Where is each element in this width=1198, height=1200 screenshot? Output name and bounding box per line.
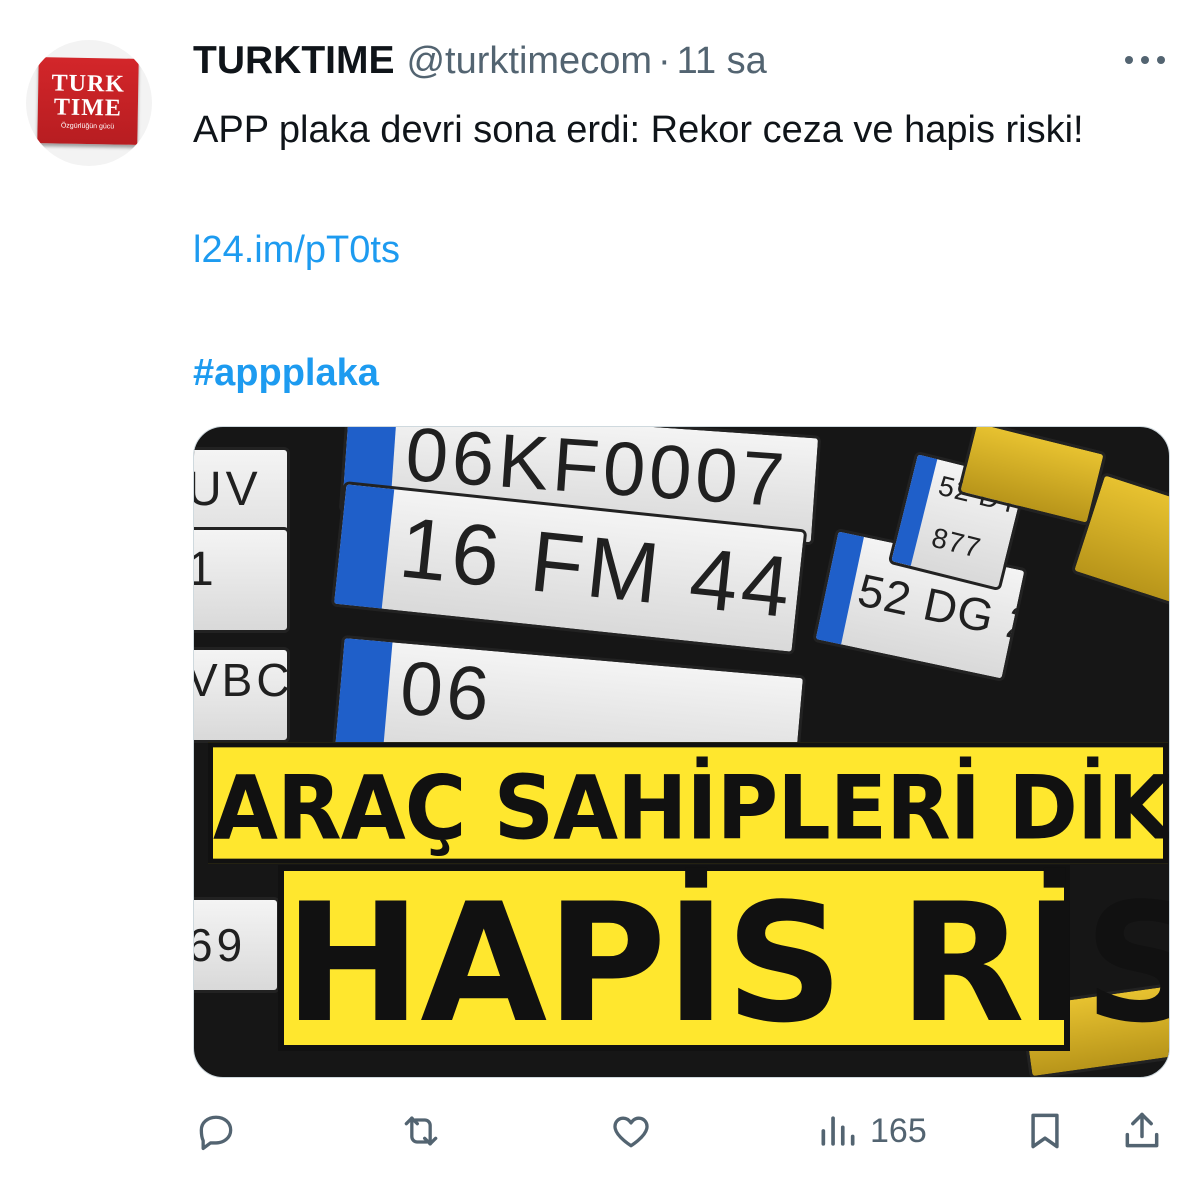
hashtag-link[interactable]: #appplaka (193, 343, 379, 403)
headline-banner-large: HAPİS RİSKİ (278, 865, 1169, 1057)
separator-dot: · (657, 39, 671, 82)
like-button[interactable] (609, 1100, 653, 1162)
like-icon (613, 1116, 649, 1148)
views-button[interactable]: 165 (816, 1100, 927, 1162)
more-options-button[interactable] (1122, 50, 1168, 70)
share-icon (1125, 1112, 1159, 1148)
retweet-button[interactable] (399, 1100, 443, 1162)
share-button[interactable] (1120, 1100, 1164, 1162)
tweet-link[interactable]: l24.im/pT0ts (193, 220, 400, 280)
tweet-header: TURKTIME @turktimecom · 11 sa (193, 36, 767, 86)
retweet-icon (404, 1116, 438, 1146)
logo-tagline: Özgürlüğün gücü (60, 122, 115, 131)
user-handle[interactable]: @turktimecom (406, 40, 652, 83)
reply-button[interactable] (194, 1100, 238, 1162)
plate-tr-strip (333, 484, 395, 609)
headline-banner: ARAÇ SAHİPLERİ DİKKAT! (208, 742, 1169, 864)
license-plate: VBC (194, 647, 290, 743)
tweet-actions: 165 (0, 1100, 1198, 1162)
logo-word-time: TIME (53, 94, 123, 122)
reply-icon (199, 1115, 233, 1151)
tweet-time[interactable]: 11 sa (677, 40, 767, 83)
license-plate: 1 (194, 527, 290, 633)
tweet-media-image[interactable]: UV 1 VBC 69 06KF0007 16 FM 441 06 52 DG … (193, 426, 1170, 1078)
views-icon (821, 1116, 855, 1146)
license-plate: 69 (194, 897, 280, 993)
display-name[interactable]: TURKTIME (193, 39, 394, 83)
tweet-text: APP plaka devri sona erdi: Rekor ceza ve… (193, 109, 1084, 151)
bookmark-icon (1031, 1113, 1059, 1149)
views-count: 165 (870, 1111, 927, 1150)
more-icon (1125, 56, 1165, 64)
avatar[interactable]: TURK TIME Özgürlüğün gücü (26, 40, 152, 166)
plate-tr-strip (335, 638, 393, 752)
bookmark-button[interactable] (1023, 1100, 1067, 1162)
logo-word-turk: TURK (51, 70, 126, 98)
turktime-logo: TURK TIME Özgürlüğün gücü (37, 57, 139, 145)
